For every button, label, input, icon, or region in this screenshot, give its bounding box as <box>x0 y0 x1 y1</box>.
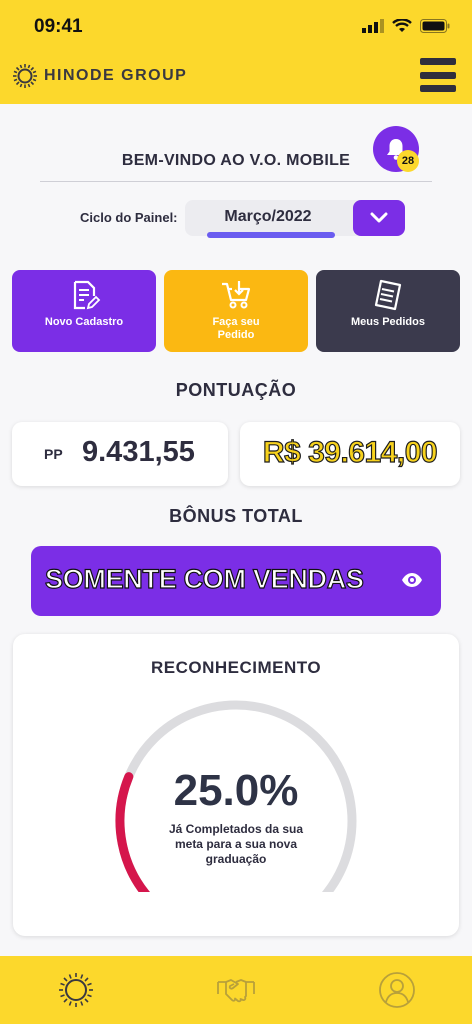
eye-icon[interactable] <box>401 572 423 588</box>
hamburger-menu-button[interactable] <box>420 58 456 92</box>
pp-card: PP 9.431,55 <box>12 422 228 486</box>
progress-percent: 25.0% <box>173 766 299 815</box>
wifi-icon <box>392 19 412 32</box>
profile-icon <box>379 972 415 1008</box>
chevron-down-icon <box>370 212 388 223</box>
status-time: 09:41 <box>34 16 83 37</box>
menu-line <box>420 85 456 92</box>
notifications-button[interactable]: 28 <box>373 126 419 172</box>
pp-value: 9.431,55 <box>82 436 195 468</box>
rs-value: R$ 39.614,00 <box>262 435 438 469</box>
receipt-list-icon <box>374 279 402 311</box>
bonus-text: SOMENTE COM VENDAS <box>44 563 364 594</box>
hinode-sun-icon <box>13 64 37 88</box>
status-icons <box>362 19 450 33</box>
handshake-icon <box>217 979 255 1003</box>
cycle-select[interactable]: Março/2022 <box>185 200 405 238</box>
cycle-label: Ciclo do Painel: <box>80 210 178 225</box>
notification-badge: 28 <box>397 150 419 172</box>
bonus-title: BÔNUS TOTAL <box>169 506 303 526</box>
reconhecimento-card: RECONHECIMENTO 25.0% Já Completados da s… <box>13 634 459 936</box>
top-bar: 09:41 HINODE GROUP <box>0 0 472 104</box>
cart-download-icon <box>222 281 251 309</box>
cycle-selected-value: Março/2022 <box>224 208 312 225</box>
divider <box>40 181 432 182</box>
meus-pedidos-label: Meus Pedidos <box>351 316 425 328</box>
hinode-sun-icon <box>59 973 93 1007</box>
nav-business[interactable] <box>212 966 260 1014</box>
brand-name: HINODE GROUP <box>44 67 188 84</box>
signal-icon <box>362 19 384 33</box>
bonus-toggle[interactable]: SOMENTE COM VENDAS <box>31 546 441 616</box>
faca-seu-pedido-label: Faça seu Pedido <box>212 316 260 341</box>
pp-label: PP <box>44 446 63 462</box>
pontuacao-title: PONTUAÇÃO <box>175 380 297 400</box>
rs-card: R$ 39.614,00 <box>240 422 460 486</box>
hinode-logo: HINODE GROUP <box>12 63 187 89</box>
cycle-dropdown-button[interactable] <box>353 200 405 236</box>
nav-home[interactable] <box>52 966 100 1014</box>
novo-cadastro-button[interactable]: Novo Cadastro <box>12 270 156 352</box>
reconhecimento-title: RECONHECIMENTO <box>150 658 322 677</box>
document-edit-icon <box>73 280 101 310</box>
faca-seu-pedido-button[interactable]: Faça seu Pedido <box>164 270 308 352</box>
menu-line <box>420 71 456 79</box>
battery-icon <box>420 19 450 33</box>
bottom-nav <box>0 956 472 1024</box>
novo-cadastro-label: Novo Cadastro <box>44 316 124 328</box>
menu-line <box>420 58 456 65</box>
main-content: BEM-VINDO AO V.O. MOBILE 28 Ciclo do Pai… <box>0 104 472 956</box>
progress-caption: Já Completados da sua meta para a sua no… <box>168 822 304 866</box>
meus-pedidos-button[interactable]: Meus Pedidos <box>316 270 460 352</box>
cycle-highlight <box>207 232 335 238</box>
nav-profile[interactable] <box>373 966 421 1014</box>
